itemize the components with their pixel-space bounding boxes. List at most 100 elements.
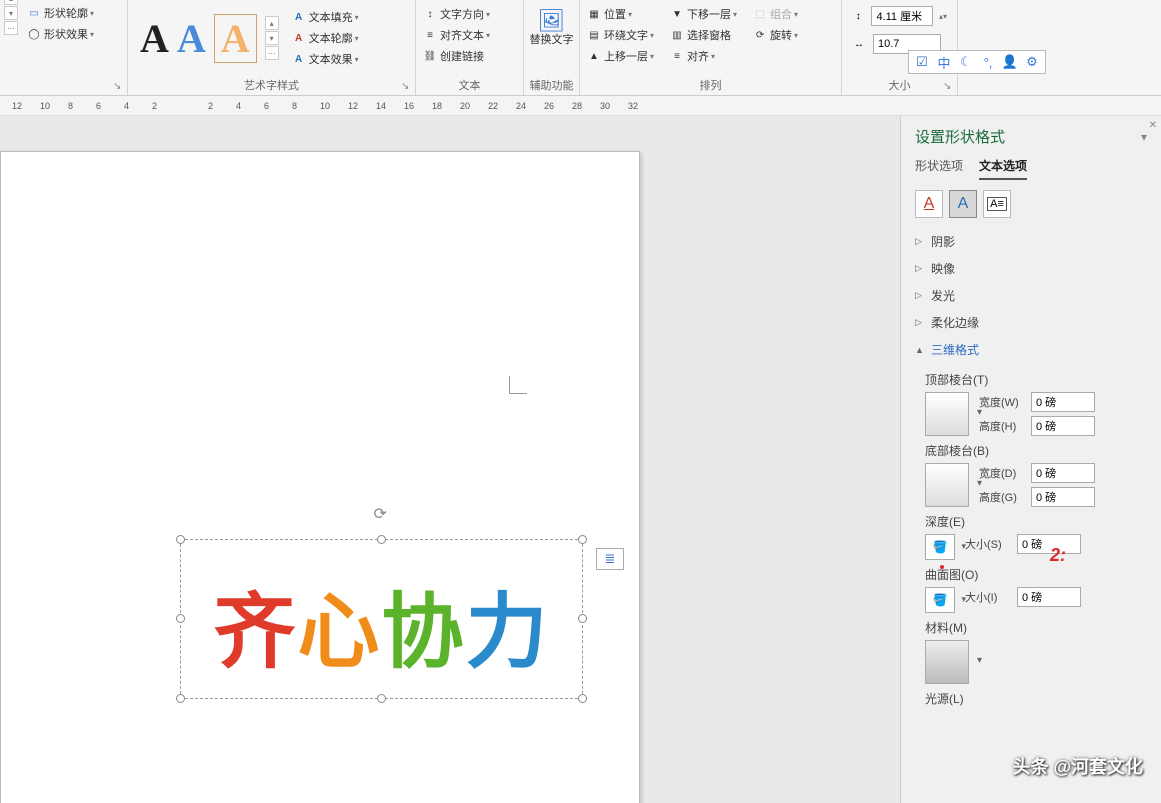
group-label: 排列 — [584, 75, 837, 95]
gear-icon[interactable]: ⚙ — [1024, 54, 1040, 70]
wordart-style-3[interactable]: A — [214, 14, 257, 63]
height-h-label: 高度(H) — [979, 418, 1025, 434]
shape-effects-button[interactable]: ◯形状效果▾ — [24, 24, 97, 44]
width-d-label: 宽度(D) — [979, 465, 1025, 481]
wordart-style-2[interactable]: A — [177, 15, 206, 62]
depth-color-picker[interactable]: 🪣 — [925, 534, 955, 560]
rotate-handle-icon[interactable]: ⟳ — [374, 504, 390, 520]
group-size: ↕ 4.11 厘米 ▴▾ ↔ 10.7 大小 ↘ — [842, 0, 958, 95]
text-direction-button[interactable]: ↕文字方向▾ — [420, 4, 519, 24]
section-glow[interactable]: ▷发光 — [901, 282, 1161, 309]
text-effects-icon: A — [292, 52, 306, 66]
resize-handle[interactable] — [377, 694, 386, 703]
text-effects-button[interactable]: A文本效果▾ — [289, 49, 362, 69]
dialog-launcher-icon[interactable]: ↘ — [401, 81, 413, 93]
ruler-tick: 6 — [96, 101, 101, 111]
text-box-tab-icon[interactable]: A≡ — [983, 190, 1011, 218]
text-fill-tab-icon[interactable]: A — [915, 190, 943, 218]
layout-options-button[interactable]: ≣ — [596, 548, 624, 570]
bottom-bevel-picker[interactable] — [925, 463, 969, 507]
group-accessibility: 🖼 替换文字 辅助功能 — [524, 0, 580, 95]
shape-fill-button[interactable]: ◢形状填充▾ — [24, 0, 97, 2]
paint-icon: 🪣 — [933, 540, 948, 554]
top-bevel-width-input[interactable] — [1031, 392, 1095, 412]
width-w-label: 宽度(W) — [979, 394, 1025, 410]
resize-handle[interactable] — [176, 694, 185, 703]
text-effects-tab-icon[interactable]: A — [949, 190, 977, 218]
wordart-shape[interactable]: ⟳ 齐 心 协 力 ≣ — [180, 539, 583, 699]
ruler-tick: 8 — [68, 101, 73, 111]
align-text-icon: ≡ — [423, 28, 437, 42]
ruler-tick: 2 — [152, 101, 157, 111]
resize-handle[interactable] — [176, 535, 185, 544]
position-icon: ▦ — [587, 7, 601, 21]
dialog-launcher-icon[interactable]: ↘ — [113, 81, 125, 93]
person-icon[interactable]: 👤 — [1002, 54, 1018, 70]
resize-handle[interactable] — [176, 614, 185, 623]
panel-title: 设置形状格式 — [915, 126, 1005, 147]
section-reflection[interactable]: ▷映像 — [901, 255, 1161, 282]
moon-icon[interactable]: ☾ — [958, 54, 974, 70]
resize-handle[interactable] — [377, 535, 386, 544]
wordart-gallery-more[interactable]: ▴▾⋯ — [265, 16, 279, 60]
wordart-char: 力 — [466, 565, 550, 684]
alt-text-button[interactable]: 🖼 替换文字 — [527, 6, 577, 64]
cn-icon[interactable]: 中 — [936, 54, 952, 70]
link-icon: ⛓ — [423, 49, 437, 63]
selection-pane-button[interactable]: ▥选择窗格 — [667, 25, 740, 45]
resize-handle[interactable] — [578, 535, 587, 544]
material-picker[interactable] — [925, 640, 969, 684]
material-label: 材料(M) — [925, 619, 1147, 636]
panel-menu-icon[interactable]: ▾ — [1141, 130, 1147, 144]
text-fill-button[interactable]: A文本填充▾ — [289, 7, 362, 27]
align-text-button[interactable]: ≡对齐文本▾ — [420, 25, 519, 45]
alt-text-icon: 🖼 — [538, 8, 566, 34]
ruler-tick: 6 — [264, 101, 269, 111]
bottom-bevel-height-input[interactable] — [1031, 487, 1095, 507]
bring-forward-button[interactable]: ▲上移一层▾ — [584, 46, 657, 66]
tab-shape-options[interactable]: 形状选项 — [915, 157, 963, 180]
checkbox-icon[interactable]: ☑ — [914, 54, 930, 70]
shape-outline-button[interactable]: ▭形状轮廓▾ — [24, 3, 97, 23]
section-soft-edges[interactable]: ▷柔化边缘 — [901, 309, 1161, 336]
section-shadow[interactable]: ▷阴影 — [901, 228, 1161, 255]
tab-text-options[interactable]: 文本选项 — [979, 157, 1027, 180]
align-button[interactable]: ≡对齐▾ — [667, 46, 740, 66]
degree-icon[interactable]: °, — [980, 54, 996, 70]
ruler-tick: 22 — [488, 101, 498, 111]
ruler-tick: 20 — [460, 101, 470, 111]
ruler-tick: 16 — [404, 101, 414, 111]
send-backward-button[interactable]: ▼下移一层▾ — [667, 4, 740, 24]
group-text: ↕文字方向▾ ≡对齐文本▾ ⛓创建链接 文本 — [416, 0, 524, 95]
document-area[interactable]: ⟳ 齐 心 协 力 ≣ — [0, 116, 900, 803]
text-outline-button[interactable]: A文本轮廓▾ — [289, 28, 362, 48]
wordart-gallery[interactable]: A A A — [132, 8, 265, 69]
wordart-text[interactable]: 齐 心 协 力 — [191, 560, 572, 688]
ribbon: ▴▾⋯ ◢形状填充▾ ▭形状轮廓▾ ◯形状效果▾ ↘ A A A ▴▾⋯ A文本… — [0, 0, 1161, 96]
floating-toolbar[interactable]: ☑ 中 ☾ °, 👤 ⚙ — [908, 50, 1046, 74]
effects-icon: ◯ — [27, 27, 41, 41]
depth-size-input[interactable] — [1017, 534, 1081, 554]
section-3d-format[interactable]: ▲三维格式 — [901, 336, 1161, 363]
margin-corner-mark — [509, 376, 527, 394]
create-link-button[interactable]: ⛓创建链接 — [420, 46, 519, 66]
bottom-bevel-width-input[interactable] — [1031, 463, 1095, 483]
top-bevel-height-input[interactable] — [1031, 416, 1095, 436]
contour-color-picker[interactable]: 🪣 — [925, 587, 955, 613]
text-fill-icon: A — [292, 10, 306, 24]
dialog-launcher-icon[interactable]: ↘ — [943, 81, 955, 93]
contour-size-input[interactable] — [1017, 587, 1081, 607]
group-shape-styles: ▴▾⋯ ◢形状填充▾ ▭形状轮廓▾ ◯形状效果▾ ↘ — [0, 0, 128, 95]
shape-gallery-mini[interactable]: ▴▾⋯ — [4, 0, 18, 35]
shape-height-input[interactable]: 4.11 厘米 — [871, 6, 933, 26]
resize-handle[interactable] — [578, 694, 587, 703]
wrap-text-button[interactable]: ▤环绕文字▾ — [584, 25, 657, 45]
wrap-icon: ▤ — [587, 28, 601, 42]
lighting-label: 光源(L) — [925, 690, 1147, 707]
position-button[interactable]: ▦位置▾ — [584, 4, 657, 24]
rotate-button[interactable]: ⟳旋转▾ — [750, 25, 801, 45]
top-bevel-picker[interactable] — [925, 392, 969, 436]
resize-handle[interactable] — [578, 614, 587, 623]
wordart-style-1[interactable]: A — [140, 15, 169, 62]
panel-close-icon[interactable]: ✕ — [1149, 120, 1157, 131]
